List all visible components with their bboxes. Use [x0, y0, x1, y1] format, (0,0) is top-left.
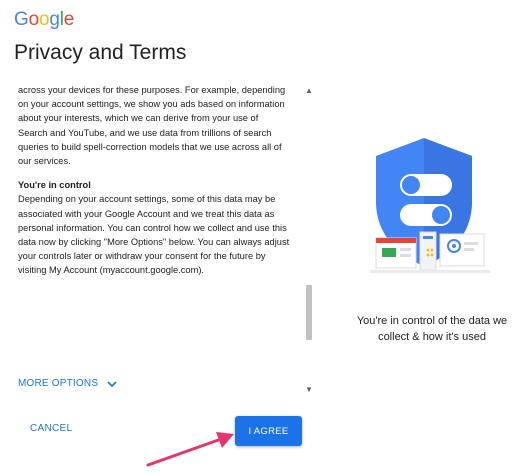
scrollbar[interactable]: ▲ ▼: [303, 80, 315, 402]
arrow-up-icon[interactable]: ▲: [303, 85, 315, 97]
caption-line: You're in control of the data we: [356, 315, 508, 327]
terms-text: across your devices for these purposes. …: [18, 83, 290, 288]
side-caption: You're in control of the data we collect…: [335, 313, 526, 345]
scroll-track[interactable]: [306, 100, 312, 380]
caption-line: collect & how it's used: [378, 331, 486, 343]
more-options-button[interactable]: MORE OPTIONS: [18, 378, 118, 389]
shield-icon: [370, 138, 490, 273]
terms-paragraph: Depending on your account settings, some…: [18, 194, 290, 276]
page-title: Privacy and Terms: [14, 41, 187, 64]
scroll-thumb[interactable]: [306, 284, 312, 340]
arrow-down-icon[interactable]: ▼: [303, 384, 315, 396]
arrow-icon: [146, 432, 234, 467]
cancel-button[interactable]: CANCEL: [30, 423, 72, 434]
google-logo: Google: [14, 9, 75, 30]
chevron-down-icon: [107, 380, 117, 387]
terms-scroll-pane[interactable]: across your devices for these purposes. …: [0, 80, 324, 402]
section-heading: You're in control: [18, 180, 91, 191]
agree-button[interactable]: I AGREE: [235, 416, 302, 446]
more-options-label: MORE OPTIONS: [18, 378, 99, 389]
terms-paragraph: across your devices for these purposes. …: [18, 85, 286, 167]
